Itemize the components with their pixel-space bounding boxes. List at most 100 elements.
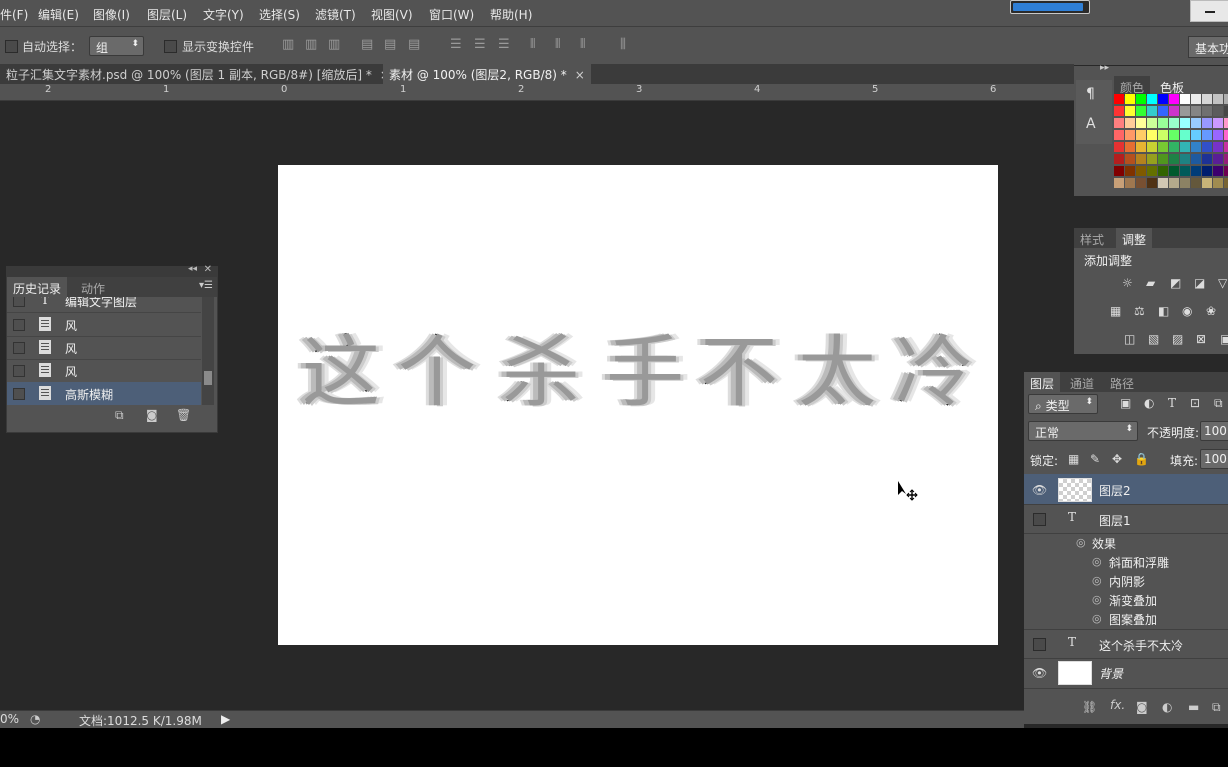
- layer-filter-dropdown[interactable]: ⌕ 类型 ⬍: [1028, 394, 1098, 414]
- effect-item[interactable]: ◎ 渐变叠加: [1024, 590, 1228, 609]
- color-swatch[interactable]: [1224, 94, 1228, 104]
- tab-particle-doc[interactable]: 粒子汇集文字素材.psd @ 100% (图层 1 副本, RGB/8#) [缩…: [0, 64, 396, 84]
- character-icon[interactable]: A: [1086, 116, 1096, 132]
- color-swatch[interactable]: [1147, 142, 1157, 152]
- status-menu-icon[interactable]: ▶: [221, 712, 230, 726]
- tab-adjustments[interactable]: 调整: [1116, 228, 1153, 248]
- menu-view[interactable]: 视图(V): [371, 6, 413, 23]
- tab-layers[interactable]: 图层: [1024, 372, 1061, 392]
- link-icon[interactable]: ⛓: [1082, 700, 1097, 714]
- color-swatch[interactable]: [1169, 118, 1179, 128]
- color-swatch[interactable]: [1202, 130, 1212, 140]
- color-swatch[interactable]: [1202, 154, 1212, 164]
- color-swatch[interactable]: [1191, 178, 1201, 188]
- status-icon[interactable]: ◔: [30, 712, 40, 726]
- color-swatch[interactable]: [1125, 106, 1135, 116]
- camera-icon[interactable]: ◙: [146, 408, 158, 422]
- color-swatch[interactable]: [1191, 94, 1201, 104]
- color-swatch[interactable]: [1213, 94, 1223, 104]
- collapse-icon[interactable]: ◂◂: [188, 264, 197, 274]
- swatch-grid[interactable]: [1114, 94, 1228, 190]
- menu-filter[interactable]: 滤镜(T): [315, 6, 356, 23]
- color-swatch[interactable]: [1136, 166, 1146, 176]
- tab-channels[interactable]: 通道: [1064, 372, 1100, 392]
- zoom-readout[interactable]: 0%: [0, 712, 19, 726]
- trash-icon[interactable]: 🗑: [176, 408, 191, 422]
- type-filter-icon[interactable]: T: [1168, 396, 1176, 410]
- smart-filter-icon[interactable]: ⧉: [1214, 396, 1223, 411]
- color-swatch[interactable]: [1147, 106, 1157, 116]
- color-swatch[interactable]: [1147, 166, 1157, 176]
- color-swatch[interactable]: [1180, 178, 1190, 188]
- color-swatch[interactable]: [1136, 154, 1146, 164]
- tab-actions[interactable]: 动作: [75, 277, 111, 297]
- eye-icon[interactable]: ◎: [1092, 593, 1102, 606]
- tab-styles[interactable]: 样式: [1074, 228, 1110, 248]
- pixel-filter-icon[interactable]: ▣: [1120, 396, 1131, 410]
- color-swatch[interactable]: [1202, 178, 1212, 188]
- workspace-button[interactable]: 基本功: [1188, 36, 1228, 58]
- paragraph-icon[interactable]: ¶: [1086, 86, 1095, 102]
- color-swatch[interactable]: [1158, 130, 1168, 140]
- posterize-icon[interactable]: ▧: [1148, 332, 1159, 346]
- color-swatch[interactable]: [1147, 94, 1157, 104]
- invert-icon[interactable]: ◫: [1124, 332, 1135, 346]
- tab-color[interactable]: 颜色: [1114, 76, 1151, 96]
- align-vcenter-icon[interactable]: ▥: [305, 37, 317, 52]
- distribute-left-icon[interactable]: ⫴: [530, 37, 535, 52]
- color-swatch[interactable]: [1213, 166, 1223, 176]
- align-bottom-icon[interactable]: ▥: [328, 37, 340, 52]
- lock-all-icon[interactable]: 🔒: [1134, 452, 1149, 466]
- menu-edit[interactable]: 编辑(E): [38, 6, 79, 23]
- eye-icon[interactable]: ◎: [1092, 574, 1102, 587]
- color-swatch[interactable]: [1125, 130, 1135, 140]
- color-swatch[interactable]: [1147, 130, 1157, 140]
- color-swatch[interactable]: [1147, 154, 1157, 164]
- color-swatch[interactable]: [1224, 106, 1228, 116]
- history-item[interactable]: 风: [7, 336, 201, 360]
- effects-row[interactable]: ◎ 效果: [1024, 533, 1228, 552]
- fill-input[interactable]: 100: [1200, 449, 1228, 469]
- color-swatch[interactable]: [1213, 106, 1223, 116]
- eye-icon[interactable]: 👁: [1032, 666, 1047, 680]
- brightness-icon[interactable]: ☼: [1122, 276, 1133, 290]
- color-swatch[interactable]: [1125, 154, 1135, 164]
- history-scrollbar[interactable]: [202, 297, 214, 405]
- color-swatch[interactable]: [1114, 106, 1124, 116]
- exposure-icon[interactable]: ◪: [1194, 276, 1205, 290]
- fx-icon[interactable]: fx.: [1110, 698, 1125, 712]
- color-swatch[interactable]: [1180, 130, 1190, 140]
- color-swatch[interactable]: [1147, 118, 1157, 128]
- shape-filter-icon[interactable]: ⊡: [1190, 396, 1200, 410]
- close-icon[interactable]: ✕: [204, 264, 212, 275]
- color-swatch[interactable]: [1158, 118, 1168, 128]
- menu-help[interactable]: 帮助(H): [490, 6, 532, 23]
- color-swatch[interactable]: [1213, 154, 1223, 164]
- color-swatch[interactable]: [1114, 130, 1124, 140]
- color-swatch[interactable]: [1158, 154, 1168, 164]
- color-swatch[interactable]: [1169, 130, 1179, 140]
- photo-filter-icon[interactable]: ◉: [1182, 304, 1192, 318]
- color-swatch[interactable]: [1202, 106, 1212, 116]
- menu-type[interactable]: 文字(Y): [203, 6, 244, 23]
- menu-select[interactable]: 选择(S): [259, 6, 300, 23]
- layer-row[interactable]: 👁 背景: [1024, 658, 1228, 689]
- color-swatch[interactable]: [1114, 118, 1124, 128]
- menu-image[interactable]: 图像(I): [93, 6, 130, 23]
- color-swatch[interactable]: [1202, 166, 1212, 176]
- color-swatch[interactable]: [1158, 142, 1168, 152]
- distribute-hcenter-icon[interactable]: ⫴: [555, 37, 560, 52]
- color-swatch[interactable]: [1114, 178, 1124, 188]
- snapshot-checkbox[interactable]: [13, 319, 25, 331]
- layer-row[interactable]: T 这个杀手不太冷: [1024, 629, 1228, 659]
- color-swatch[interactable]: [1136, 142, 1146, 152]
- color-swatch[interactable]: [1224, 178, 1228, 188]
- visibility-toggle[interactable]: [1033, 513, 1046, 526]
- color-swatch[interactable]: [1180, 154, 1190, 164]
- distribute-right-icon[interactable]: ⫴: [580, 37, 585, 52]
- tab-history[interactable]: 历史记录: [7, 277, 68, 297]
- opacity-input[interactable]: 100: [1200, 421, 1228, 441]
- color-swatch[interactable]: [1114, 166, 1124, 176]
- layer-name[interactable]: 这个杀手不太冷: [1099, 637, 1183, 654]
- hue-icon[interactable]: ▦: [1110, 304, 1121, 318]
